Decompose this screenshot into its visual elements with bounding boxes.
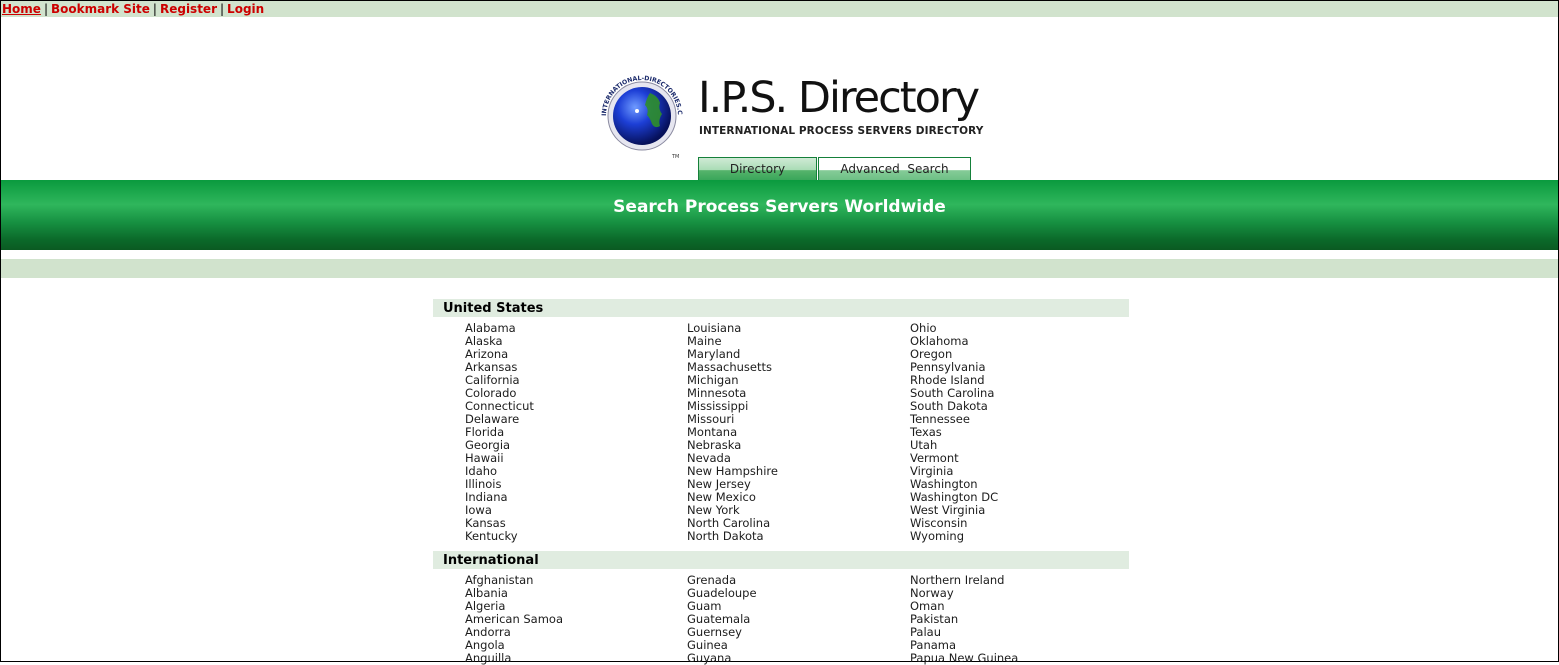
location-link[interactable]: North Dakota [687, 530, 910, 543]
intl-column-2: Grenada Guadeloupe Guam Guatemala Guernsey Gu… [687, 574, 910, 665]
intl-column-1: Afghanistan Albania Algeria American Samoa A… [465, 574, 687, 665]
site-logo[interactable]: INTERNATIONAL-DIRECTORIES.COM TM I.P.S. … [589, 61, 992, 166]
banner-title: Search Process Servers Worldwide [613, 197, 946, 217]
trademark-mark: TM [671, 154, 679, 160]
us-states-list: Alabama Alaska Arizona Arkansas California Co… [465, 322, 1110, 543]
international-countries-list: Afghanistan Albania Algeria American Samoa A… [465, 574, 1110, 665]
us-column-1: Alabama Alaska Arizona Arkansas California Co… [465, 322, 687, 543]
search-banner: Search Process Servers Worldwide [1, 180, 1558, 250]
location-link[interactable]: Indiana [465, 491, 687, 504]
tab-directory[interactable]: Directory [698, 157, 817, 180]
nav-separator: | [220, 2, 225, 16]
section-heading-united-states: United States [433, 299, 1129, 317]
location-link[interactable]: Anguilla [465, 652, 687, 665]
divider-band [1, 259, 1558, 278]
nav-login-link[interactable]: Login [227, 2, 264, 16]
logo-title: I.P.S. Directory [698, 73, 980, 123]
location-link[interactable]: Papua New Guinea [910, 652, 1110, 665]
location-link[interactable]: Wyoming [910, 530, 1110, 543]
tab-advanced-search[interactable]: Advanced Search [818, 157, 971, 180]
section-heading-international: International [433, 551, 1129, 569]
nav-register-link[interactable]: Register [160, 2, 217, 16]
us-column-2: Louisiana Maine Maryland Massachusetts Michi… [687, 322, 910, 543]
nav-bookmark-link[interactable]: Bookmark Site [51, 2, 150, 16]
location-link[interactable]: Texas [910, 426, 1110, 439]
logo-subtitle: INTERNATIONAL PROCESS SERVERS DIRECTORY [699, 125, 984, 137]
intl-column-3: Northern Ireland Norway Oman Pakistan Palau P… [910, 574, 1110, 665]
us-column-3: Ohio Oklahoma Oregon Pennsylvania Rhode Isla… [910, 322, 1110, 543]
nav-separator: | [43, 2, 48, 16]
globe-icon: INTERNATIONAL-DIRECTORIES.COM TM [589, 61, 692, 166]
nav-separator: | [152, 2, 157, 16]
location-link[interactable]: Hawaii [465, 452, 687, 465]
location-link[interactable]: Kentucky [465, 530, 687, 543]
top-nav-bar: Home | Bookmark Site | Register | Login [1, 1, 1558, 17]
location-link[interactable]: Guyana [687, 652, 910, 665]
nav-home-link[interactable]: Home [2, 2, 41, 16]
